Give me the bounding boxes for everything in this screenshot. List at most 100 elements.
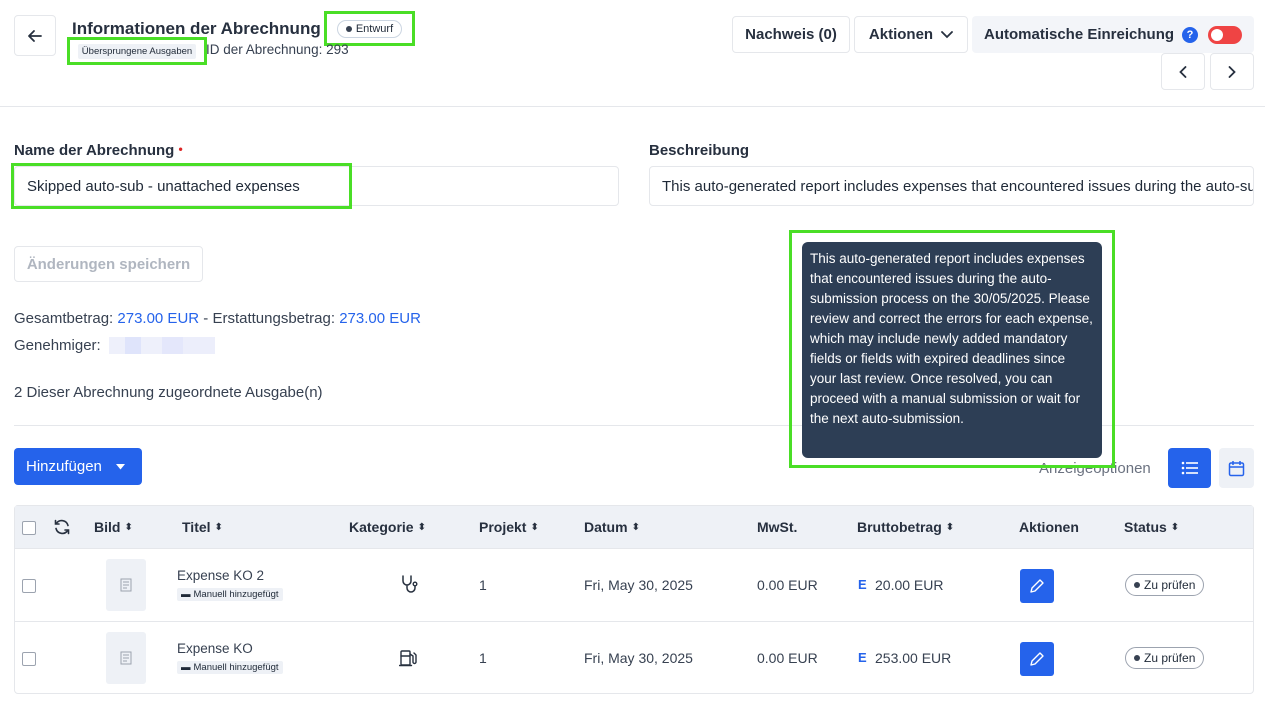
gross-value: 253.00 EUR	[875, 650, 952, 666]
description-value: This auto-generated report includes expe…	[662, 177, 1254, 195]
receipt-thumbnail[interactable]	[106, 632, 146, 684]
column-date-label: Datum	[584, 519, 628, 535]
actions-dropdown-button[interactable]: Aktionen	[854, 16, 968, 53]
column-gross[interactable]: Bruttobetrag ⬍	[857, 519, 954, 535]
expenses-table: Bild ⬍ Titel ⬍ Kategorie ⬍ Projekt ⬍ Datum ⬍ …	[14, 505, 1254, 694]
column-title-label: Titel	[182, 519, 211, 535]
calendar-icon	[1228, 460, 1245, 476]
help-icon[interactable]: ?	[1182, 26, 1199, 43]
column-date[interactable]: Datum ⬍	[584, 519, 640, 535]
column-title[interactable]: Titel ⬍	[182, 519, 223, 535]
pencil-icon	[1030, 579, 1044, 593]
column-project-label: Projekt	[479, 519, 527, 535]
list-icon	[1181, 461, 1198, 475]
required-marker: •	[178, 142, 183, 156]
back-button[interactable]	[14, 15, 56, 56]
description-label: Beschreibung	[649, 142, 750, 159]
refresh-icon[interactable]	[53, 518, 71, 536]
skipped-expenses-label: Übersprungene Ausgaben	[77, 43, 197, 59]
description-tooltip: This auto-generated report includes expe…	[802, 242, 1102, 458]
column-gross-label: Bruttobetrag	[857, 519, 942, 535]
edit-button[interactable]	[1020, 569, 1054, 603]
receipt-thumbnail[interactable]	[106, 559, 146, 611]
previous-report-button[interactable]	[1161, 53, 1205, 90]
table-header: Bild ⬍ Titel ⬍ Kategorie ⬍ Projekt ⬍ Datum ⬍ …	[15, 506, 1253, 548]
approver-line: Genehmiger:	[14, 337, 215, 354]
select-all-checkbox[interactable]	[22, 521, 36, 535]
list-view-button[interactable]	[1168, 448, 1211, 488]
auto-submit-label: Automatische Einreichung	[984, 26, 1175, 43]
date-value: Fri, May 30, 2025	[584, 650, 693, 666]
sort-icon: ⬍	[124, 521, 133, 533]
manual-tag-label: Manuell hinzugefügt	[193, 662, 279, 673]
column-project[interactable]: Projekt ⬍	[479, 519, 539, 535]
approver-label: Genehmiger:	[14, 337, 101, 354]
report-id: ID der Abrechnung: 293	[206, 42, 349, 57]
status-badge: Zu prüfen	[1125, 574, 1205, 596]
column-vat: MwSt.	[757, 519, 797, 535]
report-name-highlight	[11, 163, 352, 209]
save-changes-button[interactable]: Änderungen speichern	[14, 246, 203, 282]
totals-separator: -	[203, 310, 209, 327]
status-badge-label: Entwurf	[355, 22, 394, 35]
status-label: Zu prüfen	[1144, 651, 1196, 665]
column-category-label: Kategorie	[349, 519, 414, 535]
project-value: 1	[479, 650, 487, 666]
card-icon: ▬	[181, 662, 191, 673]
card-icon: ▬	[181, 589, 191, 600]
stethoscope-icon	[402, 575, 418, 593]
expense-title[interactable]: Expense KO 2	[177, 568, 264, 583]
add-expense-button[interactable]: Hinzufügen	[14, 448, 142, 485]
row-checkbox[interactable]	[22, 579, 36, 593]
status-dot-icon	[1134, 655, 1140, 661]
column-vat-label: MwSt.	[757, 519, 798, 535]
status-dot-icon	[1134, 582, 1140, 588]
payment-card-letter: E	[858, 577, 867, 592]
proof-button[interactable]: Nachweis (0)	[732, 16, 850, 53]
totals-line: Gesamtbetrag: 273.00 EUR - Erstattungsbe…	[14, 310, 421, 327]
project-value: 1	[479, 577, 487, 593]
status-badge: Entwurf	[324, 11, 415, 46]
vat-value: 0.00 EUR	[757, 650, 818, 666]
column-actions: Aktionen	[1019, 519, 1079, 535]
chevron-right-icon	[1228, 65, 1236, 78]
auto-submit-panel: Automatische Einreichung ?	[972, 16, 1254, 53]
gross-value: 20.00 EUR	[875, 577, 944, 593]
add-expense-label: Hinzufügen	[26, 458, 102, 475]
page-title: Informationen der Abrechnung	[72, 19, 321, 38]
refund-label: Erstattungsbetrag:	[212, 310, 336, 327]
sort-icon: ⬍	[631, 521, 640, 533]
auto-submit-toggle[interactable]	[1208, 26, 1242, 44]
edit-button[interactable]	[1020, 642, 1054, 676]
column-status[interactable]: Status ⬍	[1124, 519, 1179, 535]
date-value: Fri, May 30, 2025	[584, 577, 693, 593]
manual-tag: ▬ Manuell hinzugefügt	[177, 588, 283, 601]
total-value: 273.00 EUR	[117, 310, 200, 327]
calendar-view-button[interactable]	[1219, 448, 1254, 488]
status-label: Zu prüfen	[1144, 578, 1196, 592]
expense-title[interactable]: Expense KO	[177, 641, 253, 656]
vat-value: 0.00 EUR	[757, 577, 818, 593]
next-report-button[interactable]	[1210, 53, 1254, 90]
table-row[interactable]: Expense KO ▬ Manuell hinzugefügt 1 Fri, M…	[15, 621, 1253, 694]
receipt-icon	[120, 651, 132, 665]
sort-icon: ⬍	[530, 521, 539, 533]
manual-tag-label: Manuell hinzugefügt	[193, 589, 279, 600]
actions-label: Aktionen	[868, 26, 934, 43]
report-name-label: Name der Abrechnung •	[14, 142, 183, 159]
column-status-label: Status	[1124, 519, 1167, 535]
arrow-left-icon	[28, 29, 42, 42]
column-image[interactable]: Bild ⬍	[94, 519, 133, 535]
refund-value: 273.00 EUR	[339, 310, 421, 327]
description-input[interactable]: This auto-generated report includes expe…	[649, 166, 1254, 206]
chevron-left-icon	[1179, 65, 1187, 78]
total-label: Gesamtbetrag:	[14, 310, 114, 327]
column-category[interactable]: Kategorie ⬍	[349, 519, 426, 535]
expense-count: 2 Dieser Abrechnung zugeordnete Ausgabe(…	[14, 384, 323, 401]
table-row[interactable]: Expense KO 2 ▬ Manuell hinzugefügt 1 Fri,…	[15, 548, 1253, 621]
caret-down-icon	[115, 463, 125, 469]
column-actions-label: Aktionen	[1019, 519, 1079, 535]
payment-card-letter: E	[858, 650, 867, 665]
row-checkbox[interactable]	[22, 652, 36, 666]
receipt-icon	[120, 578, 132, 592]
